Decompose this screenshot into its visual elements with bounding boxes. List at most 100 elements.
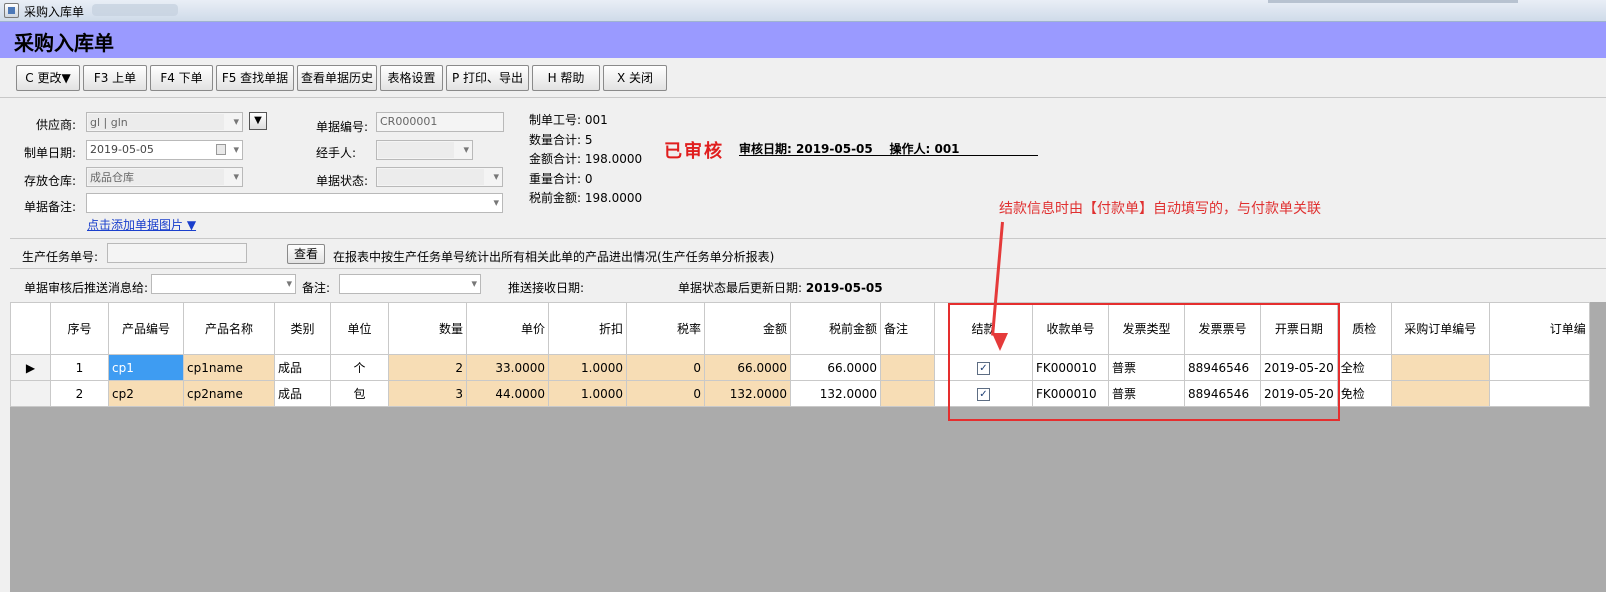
audit-underline <box>739 155 1038 156</box>
cell-product-code[interactable]: cp1 <box>108 354 184 381</box>
updated-date: 单据状态最后更新日期: 2019-05-05 <box>678 281 883 295</box>
table-row[interactable]: 2 cp2 cp2name 成品 包 3 44.0000 1.0000 0 13… <box>10 380 1590 407</box>
col-header[interactable]: 质检 <box>1336 302 1392 355</box>
cell-qc[interactable]: 免检 <box>1336 380 1392 407</box>
product-grid: 序号 产品编号 产品名称 类别 单位 数量 单价 折扣 税率 金额 税前金额 备… <box>10 302 1606 592</box>
print-export-button[interactable]: P 打印、导出 <box>446 65 529 91</box>
cell-discount[interactable]: 1.0000 <box>548 354 627 381</box>
col-header[interactable]: 产品编号 <box>108 302 184 355</box>
col-header[interactable]: 单价 <box>466 302 549 355</box>
cell-order-no[interactable] <box>1488 354 1590 381</box>
recv-date-label: 推送接收日期: <box>508 281 585 295</box>
cell-unit[interactable]: 个 <box>330 354 389 381</box>
pretax-summary: 税前金额: 198.0000 <box>529 191 643 205</box>
supplier-combo[interactable]: gl | gln <box>86 112 243 132</box>
close-button[interactable]: X 关闭 <box>603 65 667 91</box>
col-header[interactable]: 序号 <box>50 302 109 355</box>
cell-qty[interactable]: 3 <box>388 380 467 407</box>
cell-product-name[interactable]: cp2name <box>183 380 275 407</box>
cell-amount[interactable]: 66.0000 <box>704 354 791 381</box>
prev-doc-button[interactable]: F3 上单 <box>83 65 147 91</box>
remark-combo[interactable] <box>86 193 503 213</box>
col-header[interactable]: 数量 <box>388 302 467 355</box>
toolbar: C 更改▼ F3 上单 F4 下单 F5 查找单据 查看单据历史 表格设置 P … <box>0 58 1606 98</box>
page-header: 采购入库单 <box>0 22 1606 58</box>
find-doc-button[interactable]: F5 查找单据 <box>216 65 294 91</box>
cell-qc[interactable]: 全检 <box>1336 354 1392 381</box>
cell-tax-rate[interactable]: 0 <box>626 380 705 407</box>
cell-unit[interactable]: 包 <box>330 380 389 407</box>
docno-field[interactable]: CR000001 <box>376 112 504 132</box>
push-combo[interactable] <box>151 274 296 294</box>
cell-seq[interactable]: 2 <box>50 380 109 407</box>
col-header[interactable]: 类别 <box>274 302 331 355</box>
row-selector[interactable]: ▶ <box>10 354 51 381</box>
col-header[interactable]: 备注 <box>880 302 935 355</box>
table-row[interactable]: ▶ 1 cp1 cp1name 成品 个 2 33.0000 1.0000 0 … <box>10 354 1590 381</box>
docno-value: CR000001 <box>380 115 438 128</box>
row-selector[interactable] <box>10 380 51 407</box>
cell-remark[interactable] <box>880 380 935 407</box>
cell-order-no[interactable] <box>1488 380 1590 407</box>
add-image-link[interactable]: 点击添加单据图片 ▼ <box>87 216 196 233</box>
cell-price[interactable]: 44.0000 <box>466 380 549 407</box>
cell-po-number[interactable] <box>1390 380 1490 407</box>
weight-summary: 重量合计: 0 <box>529 172 593 186</box>
cell-po-number[interactable] <box>1390 354 1490 381</box>
cell-remark[interactable] <box>880 354 935 381</box>
doc-history-button[interactable]: 查看单据历史 <box>297 65 377 91</box>
handler-value <box>378 144 380 157</box>
col-header[interactable]: 采购订单编号 <box>1390 302 1490 355</box>
supplier-value: gl | gln <box>90 116 128 129</box>
maker-summary: 制单工号: 001 <box>529 113 608 127</box>
cell-product-code[interactable]: cp2 <box>108 380 184 407</box>
docno-label: 单据编号: <box>316 120 369 134</box>
window-title: 采购入库单 <box>24 5 85 19</box>
help-button[interactable]: H 帮助 <box>532 65 600 91</box>
col-header[interactable]: 单位 <box>330 302 389 355</box>
view-task-button[interactable]: 查看 <box>287 244 325 264</box>
table-settings-button[interactable]: 表格设置 <box>380 65 443 91</box>
task-band <box>10 238 1606 268</box>
push-remark-combo[interactable] <box>339 274 481 294</box>
warehouse-combo[interactable]: 成品仓库 <box>86 167 243 187</box>
cell-qty[interactable]: 2 <box>388 354 467 381</box>
handler-combo[interactable] <box>376 140 473 160</box>
status-label: 单据状态: <box>316 174 369 188</box>
calendar-icon[interactable] <box>216 144 226 155</box>
col-header[interactable]: 税前金额 <box>790 302 881 355</box>
qty-summary: 数量合计: 5 <box>529 133 593 147</box>
cell-price[interactable]: 33.0000 <box>466 354 549 381</box>
cell-amount[interactable]: 132.0000 <box>704 380 791 407</box>
cell-discount[interactable]: 1.0000 <box>548 380 627 407</box>
supplier-dropdown-button[interactable]: ▼ <box>249 112 267 130</box>
product-table: 序号 产品编号 产品名称 类别 单位 数量 单价 折扣 税率 金额 税前金额 备… <box>10 302 1590 407</box>
warehouse-label: 存放仓库: <box>24 174 77 188</box>
cell-pretax[interactable]: 132.0000 <box>790 380 881 407</box>
cell-product-name[interactable]: cp1name <box>183 354 275 381</box>
annotation-arrow-head <box>992 333 1008 351</box>
cell-seq[interactable]: 1 <box>50 354 109 381</box>
grid-header-row: 序号 产品编号 产品名称 类别 单位 数量 单价 折扣 税率 金额 税前金额 备… <box>10 302 1590 355</box>
title-blurred-text <box>92 4 178 16</box>
task-description: 在报表中按生产任务单号统计出所有相关此单的产品进出情况(生产任务单分析报表) <box>333 250 775 264</box>
col-header[interactable]: 产品名称 <box>183 302 275 355</box>
cell-pretax[interactable]: 66.0000 <box>790 354 881 381</box>
cell-tax-rate[interactable]: 0 <box>626 354 705 381</box>
settlement-highlight-box <box>948 303 1340 421</box>
col-header[interactable]: 折扣 <box>548 302 627 355</box>
task-label: 生产任务单号: <box>22 250 99 264</box>
date-field[interactable]: 2019-05-05 <box>86 140 243 160</box>
grid-corner <box>10 302 51 355</box>
push-remark-label: 备注: <box>302 281 331 295</box>
col-header[interactable]: 金额 <box>704 302 791 355</box>
status-combo[interactable] <box>376 167 503 187</box>
supplier-label: 供应商: <box>36 118 77 132</box>
cell-category[interactable]: 成品 <box>274 354 331 381</box>
cell-category[interactable]: 成品 <box>274 380 331 407</box>
col-header[interactable]: 订单编 <box>1488 302 1590 355</box>
next-doc-button[interactable]: F4 下单 <box>150 65 213 91</box>
col-header[interactable]: 税率 <box>626 302 705 355</box>
task-input[interactable] <box>107 243 247 263</box>
modify-button[interactable]: C 更改▼ <box>16 65 80 91</box>
